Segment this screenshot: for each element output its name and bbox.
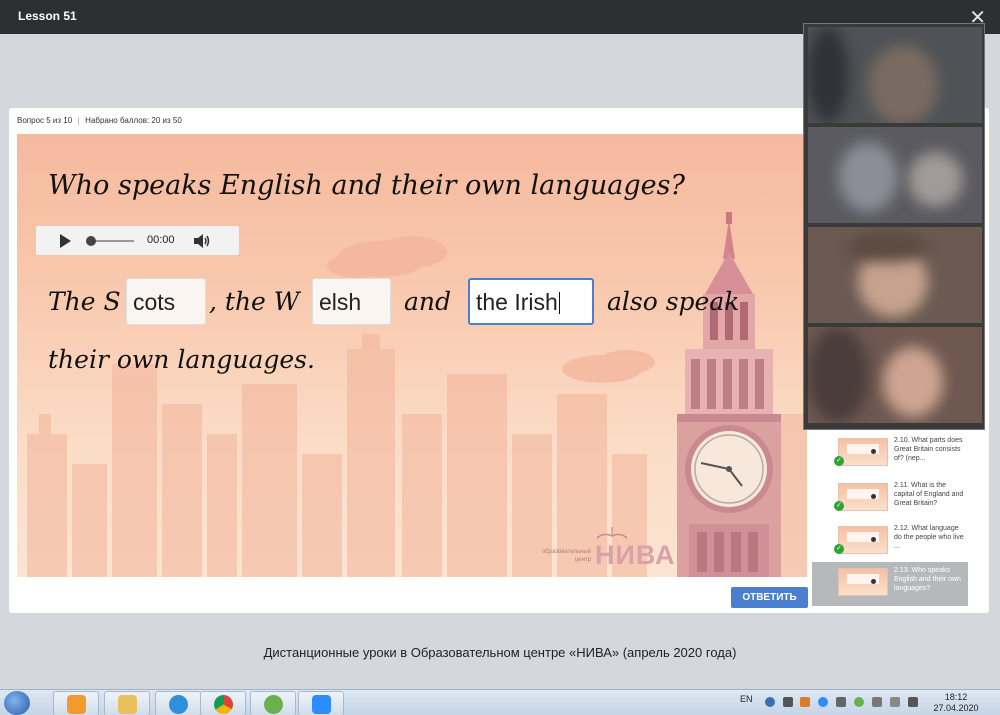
start-button[interactable] (4, 691, 30, 715)
page-caption: Дистанционные уроки в Образовательном це… (263, 645, 737, 660)
sentence-part-2: , the W (209, 287, 300, 316)
zoom-icon (312, 695, 331, 714)
chrome-icon (214, 695, 233, 714)
taskbar-zoom[interactable] (298, 691, 344, 715)
question-list-label: 2.11. What is the capital of England and… (894, 482, 964, 507)
checkmark-icon: ✓ (834, 456, 844, 466)
text-caret (558, 292, 560, 314)
checkmark-icon: ✓ (834, 544, 844, 554)
volume-tray-icon[interactable] (836, 697, 846, 707)
language-indicator[interactable]: EN (740, 694, 753, 704)
question-slide: Who speaks English and their own languag… (17, 134, 807, 577)
window-title: Lesson 51 (18, 9, 77, 23)
folder-icon (118, 695, 137, 714)
question-list-item[interactable]: ✓ 2.12. What language do the people who … (812, 520, 968, 564)
taskbar-internet-explorer[interactable] (155, 691, 201, 715)
question-heading: Who speaks English and their own languag… (48, 170, 685, 201)
participant-video[interactable] (808, 327, 982, 423)
score-counter: Набрано баллов: 20 из 50 (85, 116, 182, 125)
question-counter: Вопрос 5 из 10 (17, 116, 73, 125)
taskbar-explorer[interactable] (104, 691, 150, 715)
system-clock[interactable]: 18:12 27.04.2020 (930, 692, 982, 714)
taskbar: EN 18:12 27.04.2020 (0, 689, 1000, 715)
sentence-part-5: their own languages. (48, 345, 315, 374)
blank-input-1[interactable]: cots (126, 278, 206, 325)
participant-video[interactable] (808, 127, 982, 223)
question-thumbnail (838, 438, 888, 466)
question-list-item[interactable]: ✓ 2.11. What is the capital of England a… (812, 477, 968, 521)
book-icon (596, 527, 628, 539)
logo-title: НИВА (595, 540, 676, 570)
question-list-label: 2.10. What parts does Great Britain cons… (894, 437, 963, 462)
media-player-icon (67, 695, 86, 714)
blank-input-3[interactable]: the Irish (468, 278, 594, 325)
question-list-item-active[interactable]: 2.13. Who speaks English and their own l… (812, 562, 968, 606)
tray-app-icon[interactable] (800, 697, 810, 707)
checkmark-icon: ✓ (834, 501, 844, 511)
clock-time: 18:12 (944, 692, 968, 702)
network-icon[interactable] (872, 697, 882, 707)
quiz-meta: Вопрос 5 из 10 Набрано баллов: 20 из 50 (17, 116, 182, 125)
sentence-part-3: and (404, 287, 452, 316)
clock-date: 27.04.2020 (933, 703, 979, 713)
participant-video[interactable] (808, 227, 982, 323)
question-list-label: 2.13. Who speaks English and their own l… (894, 567, 961, 592)
utorrent-icon (264, 695, 283, 714)
taskbar-media-player[interactable] (53, 691, 99, 715)
lock-icon[interactable] (890, 697, 900, 707)
question-list-label: 2.12. What language do the people who li… (894, 525, 964, 550)
participant-video[interactable] (808, 27, 982, 123)
submit-answer-button[interactable]: ОТВЕТИТЬ (731, 587, 808, 608)
sentence-part-1: The S (48, 287, 121, 316)
audio-progress-knob[interactable] (86, 236, 96, 246)
taskbar-utorrent[interactable] (250, 691, 296, 715)
blank-input-3-value: the Irish (476, 289, 558, 315)
utorrent-tray-icon[interactable] (854, 697, 864, 707)
printer-icon[interactable] (908, 697, 918, 707)
video-participants-panel[interactable] (803, 23, 985, 430)
volume-icon[interactable] (193, 233, 210, 249)
question-thumbnail (838, 483, 888, 511)
internet-explorer-icon (169, 695, 188, 714)
zoom-tray-icon[interactable] (818, 697, 828, 707)
audio-time: 00:00 (147, 234, 175, 246)
sentence-part-4: also speak (607, 287, 740, 316)
play-icon[interactable] (60, 234, 71, 248)
logo-subtitle: образовательный центр (541, 549, 591, 563)
question-thumbnail (838, 526, 888, 554)
audio-player: 00:00 (36, 226, 239, 255)
question-list-item[interactable]: ✓ 2.10. What parts does Great Britain co… (812, 432, 968, 476)
keyboard-icon[interactable] (783, 697, 793, 707)
blank-input-2[interactable]: elsh (312, 278, 391, 325)
meta-divider (78, 116, 80, 125)
taskbar-chrome[interactable] (200, 691, 246, 715)
help-icon[interactable] (765, 697, 775, 707)
question-thumbnail (838, 568, 888, 596)
